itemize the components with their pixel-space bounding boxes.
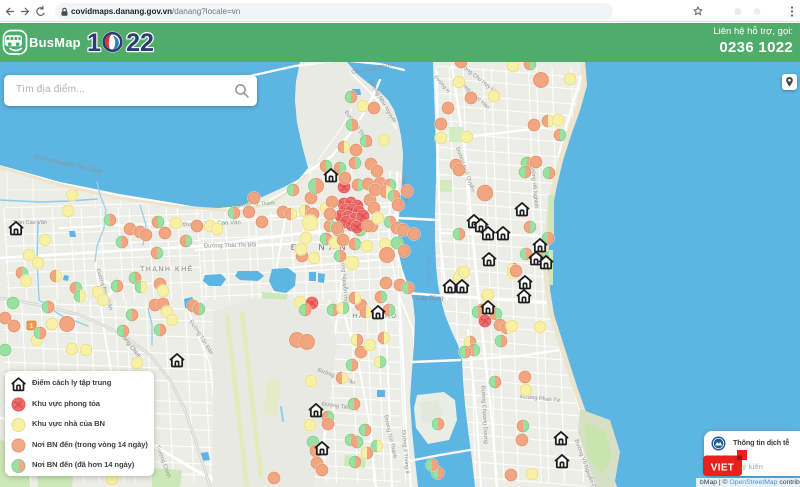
svg-text:VIET: VIET: [711, 463, 734, 474]
svg-text:1: 1: [87, 29, 101, 57]
svg-text:Đường Thái Thị Bôi: Đường Thái Thị Bôi: [204, 243, 257, 250]
svg-text:Sông Hàn: Sông Hàn: [425, 255, 431, 286]
svg-text:Cầu Rồng: Cầu Rồng: [416, 296, 443, 302]
svg-text:22: 22: [126, 29, 154, 57]
svg-text:THANH KHÊ: THANH KHÊ: [140, 264, 194, 273]
